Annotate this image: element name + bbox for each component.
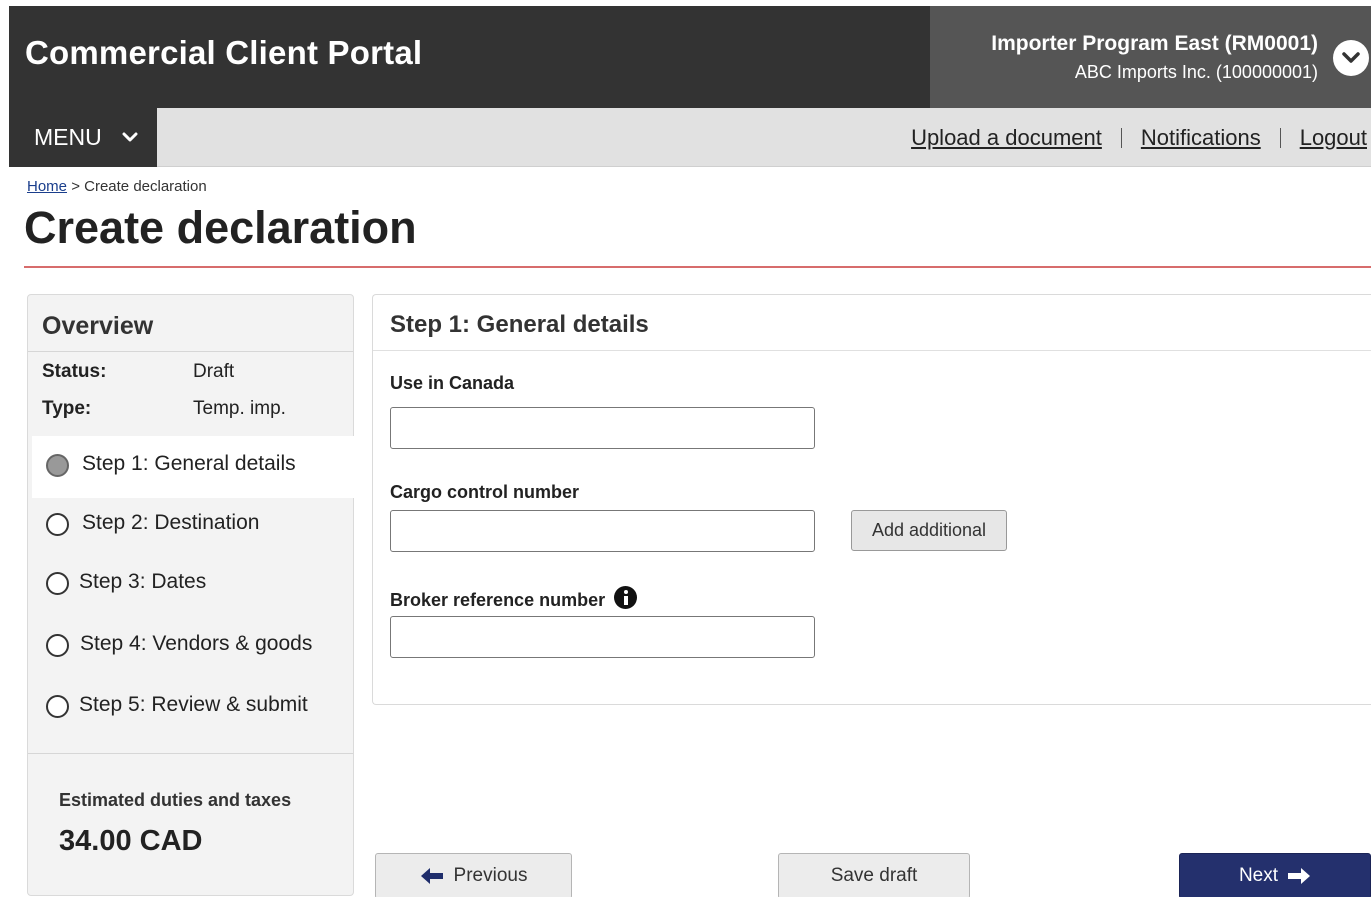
breadcrumb: Home > Create declaration: [27, 178, 207, 195]
step-radio-icon: [46, 513, 69, 536]
step-3-dates[interactable]: Step 3: Dates: [28, 554, 355, 612]
step-label: Step 5: Review & submit: [79, 693, 308, 716]
broker-reference-number-input[interactable]: [390, 616, 815, 658]
next-label: Next: [1238, 865, 1279, 886]
info-icon[interactable]: [614, 586, 638, 609]
step-radio-icon: [46, 695, 69, 718]
overview-title: Overview: [42, 312, 154, 340]
overview-divider: [28, 753, 353, 754]
use-in-canada-input[interactable]: [390, 407, 815, 449]
estimate-value: 34.00 CAD: [59, 825, 203, 857]
account-program: Importer Program East (RM0001): [991, 32, 1318, 55]
next-button[interactable]: Next: [1179, 853, 1371, 897]
step-4-vendors-goods[interactable]: Step 4: Vendors & goods: [28, 616, 355, 674]
arrow-left-icon: [420, 868, 443, 884]
save-draft-button[interactable]: Save draft: [778, 853, 970, 897]
overview-panel: Overview Status: Draft Type: Temp. imp. …: [27, 294, 356, 896]
panel-title: Step 1: General details: [390, 311, 649, 338]
cargo-control-number-input[interactable]: [390, 510, 815, 552]
nav-links: Upload a document Notifications Logout: [911, 125, 1367, 151]
breadcrumb-home-link[interactable]: Home: [27, 178, 67, 195]
type-label: Type:: [42, 398, 92, 419]
step-active-indicator-icon: [46, 454, 69, 477]
cargo-control-number-label: Cargo control number: [390, 482, 580, 502]
panel-divider: [373, 350, 1371, 351]
step-label: Step 2: Destination: [82, 511, 260, 534]
overview-divider: [28, 351, 353, 352]
chevron-down-icon: [122, 132, 138, 142]
step-label: Step 4: Vendors & goods: [80, 632, 313, 655]
save-draft-label: Save draft: [830, 865, 918, 886]
step-5-review-submit[interactable]: Step 5: Review & submit: [28, 677, 355, 735]
broker-reference-number-label: Broker reference number: [390, 590, 606, 610]
general-details-panel: Step 1: General details Use in Canada Ca…: [372, 294, 1371, 705]
broker-reference-label-row: Broker reference number: [390, 586, 638, 611]
account-company: ABC Imports Inc. (100000001): [1074, 62, 1318, 82]
status-label: Status:: [42, 361, 107, 382]
nav-bar: MENU Upload a document Notifications Log…: [9, 108, 1371, 167]
title-divider: [24, 266, 1371, 268]
portal-brand[interactable]: Commercial Client Portal: [25, 34, 422, 72]
estimate-label: Estimated duties and taxes: [59, 790, 292, 810]
menu-button[interactable]: MENU: [9, 108, 157, 167]
step-1-general-details[interactable]: Step 1: General details: [32, 436, 356, 498]
breadcrumb-separator: >: [71, 178, 80, 195]
chevron-down-icon: [1342, 52, 1360, 63]
menu-label: MENU: [34, 124, 102, 150]
nav-divider: [1120, 128, 1122, 148]
account-switcher[interactable]: Importer Program East (RM0001) ABC Impor…: [930, 6, 1371, 108]
logout-link[interactable]: Logout: [1300, 125, 1367, 151]
page-title: Create declaration: [24, 202, 417, 253]
add-additional-button[interactable]: Add additional: [851, 510, 1007, 551]
site-header: Commercial Client Portal Importer Progra…: [9, 6, 1371, 108]
nav-divider: [1279, 128, 1281, 148]
step-2-destination[interactable]: Step 2: Destination: [28, 495, 355, 553]
step-label: Step 1: General details: [82, 452, 296, 475]
previous-button[interactable]: Previous: [375, 853, 572, 897]
step-radio-icon: [46, 572, 69, 595]
type-value: Temp. imp.: [193, 398, 286, 419]
step-radio-icon: [46, 634, 69, 657]
account-toggle-button[interactable]: [1333, 40, 1369, 76]
notifications-link[interactable]: Notifications: [1141, 125, 1261, 151]
previous-label: Previous: [453, 865, 528, 886]
breadcrumb-current: Create declaration: [84, 178, 207, 195]
upload-document-link[interactable]: Upload a document: [911, 125, 1102, 151]
use-in-canada-label: Use in Canada: [390, 373, 515, 393]
arrow-right-icon: [1288, 868, 1311, 884]
status-value: Draft: [193, 361, 235, 382]
step-label: Step 3: Dates: [79, 570, 207, 593]
